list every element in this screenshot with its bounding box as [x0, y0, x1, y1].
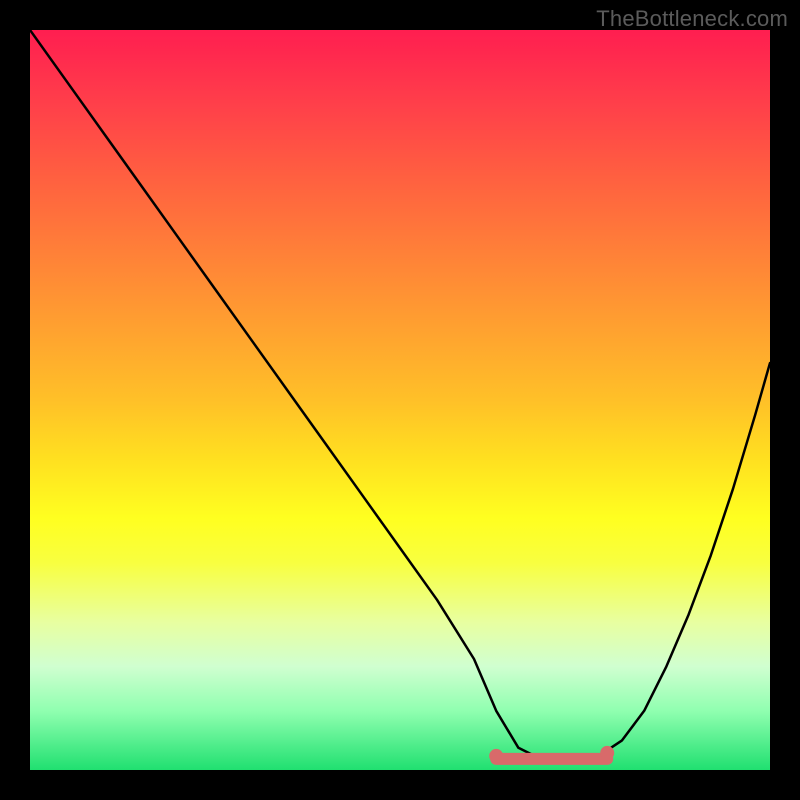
watermark-text: TheBottleneck.com: [596, 6, 788, 32]
chart-frame: TheBottleneck.com: [0, 0, 800, 800]
chart-plot-area: [30, 30, 770, 770]
optimal-range-dot-right: [600, 746, 614, 760]
bottleneck-curve: [30, 30, 770, 763]
optimal-range-dot-left: [489, 749, 503, 763]
chart-svg: [30, 30, 770, 770]
